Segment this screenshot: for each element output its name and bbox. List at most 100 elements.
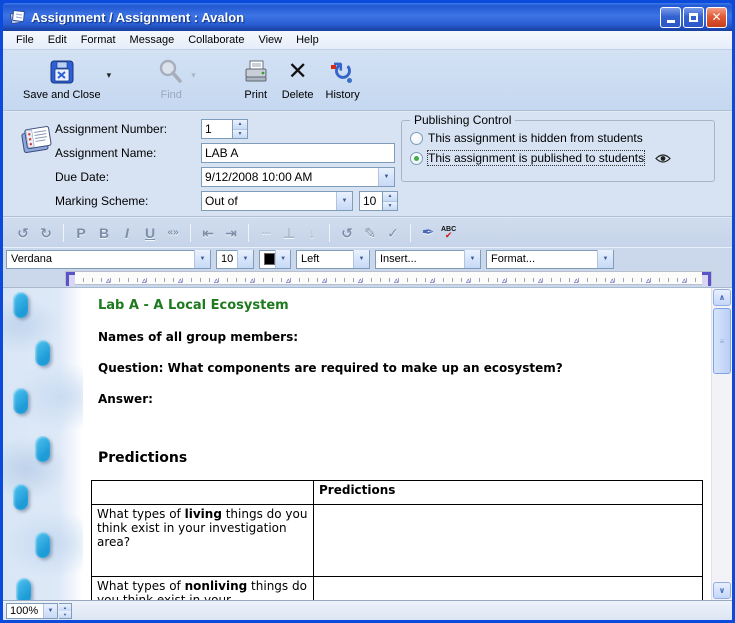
paragraph-icon[interactable]: P (71, 226, 91, 240)
spin-up-icon[interactable]: ▲ (383, 192, 397, 202)
font-color-arrow-icon[interactable]: ▼ (275, 250, 290, 268)
format-arrow-icon[interactable]: ▼ (597, 250, 613, 268)
font-family-combo[interactable]: Verdana ▼ (6, 250, 211, 269)
title-bar: Assignment / Assignment : Avalon ✕ (3, 3, 732, 31)
due-date-field[interactable]: 9/12/2008 10:00 AM ▼ (201, 167, 395, 187)
font-family-arrow-icon[interactable]: ▼ (194, 250, 210, 268)
scroll-down-button[interactable]: ∨ (713, 582, 731, 599)
scroll-thumb[interactable]: ≡ (713, 308, 731, 374)
app-window: Assignment / Assignment : Avalon ✕ File … (0, 0, 735, 623)
rotate-icon[interactable]: ↺ (337, 226, 357, 240)
indent-icon[interactable]: ⇥ (221, 226, 241, 240)
left-margin-marker[interactable] (66, 272, 75, 286)
bold-icon[interactable]: B (94, 226, 114, 240)
print-icon (242, 56, 270, 88)
spin-down-icon[interactable]: ▼ (233, 130, 247, 139)
marking-points-spinner[interactable]: ▲ ▼ (383, 191, 398, 211)
zoom-combo[interactable]: 100% ▼ (6, 603, 58, 619)
save-dropdown-icon[interactable]: ▾ (107, 70, 112, 81)
document-heading: Lab A - A Local Ecosystem (98, 298, 701, 313)
close-button[interactable]: ✕ (706, 7, 727, 28)
format-combo[interactable]: Format... ▼ (486, 250, 614, 269)
assignment-number-value[interactable]: 1 (201, 119, 233, 139)
marking-scheme-arrow-icon[interactable]: ▼ (336, 192, 352, 210)
nonliving-answer-cell[interactable] (314, 577, 703, 601)
marking-scheme-field[interactable]: Out of ▼ 10 ▲ ▼ (201, 191, 398, 211)
due-date-combo[interactable]: 9/12/2008 10:00 AM ▼ (201, 167, 395, 187)
assignment-icon (19, 122, 55, 161)
menu-edit[interactable]: Edit (41, 32, 74, 48)
delete-button[interactable]: ✕ Delete (276, 54, 320, 103)
radio-published-label[interactable]: This assignment is published to students (428, 151, 644, 165)
assignment-number-spinner[interactable]: ▲ ▼ (233, 119, 248, 139)
font-size-arrow-icon[interactable]: ▼ (237, 250, 253, 268)
spin-up-icon[interactable]: ▲ (233, 120, 247, 130)
radio-hidden-icon[interactable] (410, 132, 423, 145)
insert-combo[interactable]: Insert... ▼ (375, 250, 481, 269)
font-color-swatch (264, 253, 275, 265)
eye-icon (655, 153, 671, 164)
radio-published-icon[interactable] (410, 152, 423, 165)
document-editor[interactable]: Lab A - A Local Ecosystem Names of all g… (83, 288, 711, 600)
special-characters-icon[interactable]: «» (163, 228, 183, 238)
due-date-arrow-icon[interactable]: ▼ (378, 168, 394, 186)
zoom-spinner[interactable]: ▲ ▼ (59, 603, 72, 619)
assignment-number-label: Assignment Number: (55, 122, 167, 136)
status-bar: 100% ▼ ▲ ▼ (3, 600, 732, 620)
spin-down-icon[interactable]: ▼ (59, 611, 71, 618)
question-paragraph: Question: What components are required t… (98, 361, 701, 375)
print-button[interactable]: Print (236, 54, 276, 103)
assignment-number-field[interactable]: 1 ▲ ▼ (201, 119, 248, 139)
font-toolbar: Verdana ▼ 10 ▼ ▼ Left ▼ Insert... ▼ Form… (3, 248, 732, 270)
menu-view[interactable]: View (251, 32, 289, 48)
font-color-combo[interactable]: ▼ (259, 250, 291, 269)
scroll-up-button[interactable]: ∧ (713, 289, 731, 306)
publishing-control-group: Publishing Control This assignment is hi… (401, 120, 715, 182)
align-arrow-icon[interactable]: ▼ (353, 250, 369, 268)
table-header-empty-cell (92, 481, 314, 505)
spin-down-icon[interactable]: ▼ (383, 202, 397, 211)
assignment-name-field[interactable]: LAB A (201, 143, 395, 163)
formatting-toolbar: ↺ ↻ P B I U «» ⇤ ⇥ ┄ ⊥ ↓ ↺ ✎ ✓ ✒ ABC ✔ (3, 218, 732, 248)
assignment-name-value[interactable]: LAB A (201, 143, 395, 163)
redo-icon[interactable]: ↻ (36, 226, 56, 240)
maximize-button[interactable] (683, 7, 704, 28)
vertical-scrollbar[interactable]: ∧ ≡ ∨ (711, 288, 732, 600)
arrow-down-icon: ↓ (302, 226, 322, 240)
living-answer-cell[interactable] (314, 505, 703, 577)
marking-points-value[interactable]: 10 (359, 191, 383, 211)
zoom-arrow-icon[interactable]: ▼ (43, 604, 57, 618)
font-size-combo[interactable]: 10 ▼ (216, 250, 254, 269)
menu-help[interactable]: Help (289, 32, 326, 48)
ruler-row: ▵▵▵▵▵▵▵▵▵▵▵▵▵▵▵▵▵ (3, 270, 732, 287)
spellcheck-icon[interactable]: ABC ✔ (441, 226, 456, 240)
italic-icon[interactable]: I (117, 226, 137, 240)
insert-arrow-icon[interactable]: ▼ (464, 250, 480, 268)
underline-icon[interactable]: U (140, 226, 160, 240)
binding-pills (3, 288, 83, 600)
right-margin-marker[interactable] (702, 272, 711, 286)
marking-scheme-combo[interactable]: Out of ▼ (201, 191, 353, 211)
signature-icon[interactable]: ✒ (418, 225, 438, 240)
history-button[interactable]: ↻ History (320, 54, 366, 103)
undo-icon[interactable]: ↺ (13, 226, 33, 240)
radio-hidden-option[interactable]: This assignment is hidden from students (410, 131, 643, 145)
menu-message[interactable]: Message (123, 32, 182, 48)
spin-up-icon[interactable]: ▲ (59, 604, 71, 611)
check-icon[interactable]: ✓ (383, 226, 403, 240)
find-icon (157, 56, 185, 88)
predictions-table: Predictions What types of living things … (91, 480, 703, 600)
menu-collaborate[interactable]: Collaborate (181, 32, 251, 48)
menu-file[interactable]: File (9, 32, 41, 48)
save-and-close-button[interactable]: Save and Close (17, 54, 107, 103)
outdent-icon[interactable]: ⇤ (198, 226, 218, 240)
document-area: Lab A - A Local Ecosystem Names of all g… (3, 287, 732, 600)
radio-hidden-label[interactable]: This assignment is hidden from students (428, 131, 643, 145)
menu-format[interactable]: Format (74, 32, 123, 48)
align-combo[interactable]: Left ▼ (296, 250, 370, 269)
minimize-button[interactable] (660, 7, 681, 28)
close-icon: ✕ (711, 10, 721, 24)
radio-published-option[interactable]: This assignment is published to students (410, 151, 671, 165)
pencil-icon[interactable]: ✎ (360, 226, 380, 240)
assignment-name-label: Assignment Name: (55, 146, 156, 160)
